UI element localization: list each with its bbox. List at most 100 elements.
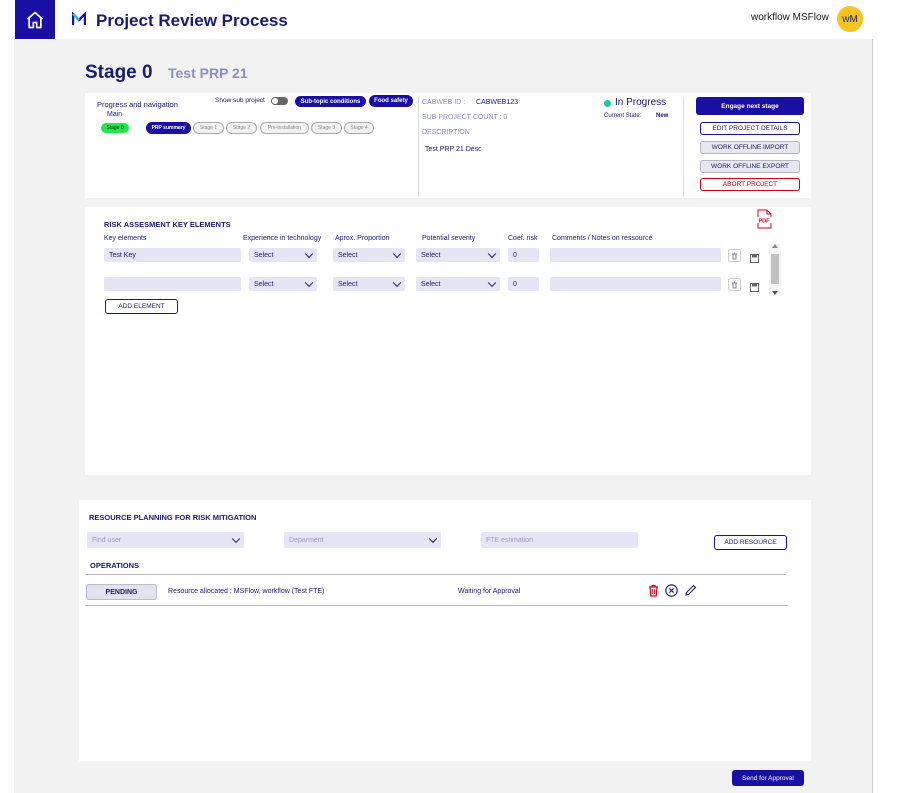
cancel-operation-button[interactable]: [665, 584, 678, 602]
col-experience: Experience in technology: [243, 235, 322, 242]
project-name: Test PRP 21: [168, 65, 248, 81]
experience-value: Select: [254, 251, 274, 259]
user-name: workflow MSFlow: [751, 12, 829, 23]
step-stage-3[interactable]: Stage 3: [311, 122, 342, 134]
save-row-button[interactable]: [750, 250, 759, 268]
chevron-down-icon: [487, 249, 497, 259]
chevron-down-icon: [231, 534, 241, 544]
operation-description: Resource allocated : MSFlow, workflow (T…: [168, 588, 325, 595]
engage-next-stage-button[interactable]: Engage next stage: [696, 97, 804, 115]
add-element-button[interactable]: ADD ELEMENT: [105, 299, 178, 314]
home-icon: [26, 11, 44, 28]
chip-food-safety[interactable]: Food safety: [369, 95, 413, 107]
operation-state: Waiting for Approval: [458, 588, 521, 595]
scroll-up-icon[interactable]: [772, 244, 778, 248]
chevron-down-icon: [392, 249, 402, 259]
coef-risk-input[interactable]: 0: [508, 277, 539, 291]
col-severity: Potential severity: [422, 235, 476, 242]
edit-operation-button[interactable]: [684, 584, 697, 602]
close-circle-icon: [665, 584, 678, 597]
stage-title: Stage 0: [85, 62, 153, 83]
col-comments: Comments / Notes on ressource: [552, 235, 653, 242]
col-proportion: Aprox. Proportion: [335, 235, 390, 242]
experience-select[interactable]: Select: [249, 248, 317, 262]
work-offline-import-button[interactable]: WORK OFFLINE IMPORT: [700, 141, 800, 154]
comments-input[interactable]: [550, 248, 721, 262]
fte-estimation-input[interactable]: FTE estimation: [481, 532, 638, 548]
proportion-value: Select: [338, 280, 358, 288]
chevron-down-icon: [304, 249, 314, 259]
step-pre-installation[interactable]: Pre-installation: [260, 122, 309, 134]
severity-select[interactable]: Select: [416, 248, 500, 262]
save-row-button[interactable]: [750, 279, 759, 297]
scroll-down-icon[interactable]: [772, 291, 778, 295]
pending-status-badge: PENDING: [86, 584, 157, 600]
severity-value: Select: [421, 251, 441, 259]
proportion-value: Select: [338, 251, 358, 259]
delete-operation-button[interactable]: [648, 584, 659, 602]
coef-risk-input[interactable]: 0: [508, 248, 539, 262]
edit-project-details-button[interactable]: EDIT PROJECT DETAILS: [700, 122, 800, 135]
chevron-down-icon: [392, 278, 402, 288]
description-value: Test PRP 21 Desc: [425, 146, 482, 153]
current-state-value: New: [656, 113, 669, 119]
department-select[interactable]: Deparment: [284, 532, 441, 548]
current-stage-pill[interactable]: Stage 0: [101, 123, 129, 133]
key-element-input[interactable]: Test Key: [104, 248, 241, 262]
work-offline-export-button[interactable]: WORK OFFLINE EXPORT: [700, 160, 800, 173]
scrollbar-thumb[interactable]: [771, 254, 779, 284]
step-stage-2[interactable]: Stage 2: [226, 122, 257, 134]
app-logo: [71, 11, 87, 26]
fte-placeholder: FTE estimation: [486, 536, 534, 544]
find-user-select[interactable]: Find user: [87, 532, 244, 548]
description-label: DESCRIPTION: [422, 129, 470, 136]
chevron-down-icon: [304, 278, 314, 288]
operations-divider: [85, 574, 786, 575]
trash-icon: [732, 281, 737, 288]
svg-text:PDF: PDF: [759, 219, 771, 225]
risk-section-title: RISK ASSESMENT KEY ELEMENTS: [104, 220, 231, 229]
send-for-approval-button[interactable]: Send for Approval: [732, 770, 804, 786]
pencil-icon: [685, 584, 697, 596]
severity-select[interactable]: Select: [416, 277, 500, 291]
home-button[interactable]: [15, 0, 55, 39]
status-text: In Progress: [615, 97, 667, 108]
proportion-select[interactable]: Select: [333, 277, 405, 291]
chevron-down-icon: [428, 534, 438, 544]
pdf-icon[interactable]: PDF: [755, 209, 774, 229]
app-title: Project Review Process: [96, 11, 288, 30]
trash-icon: [732, 252, 737, 259]
resource-section-title: RESOURCE PLANNING FOR RISK MITIGATION: [89, 513, 257, 522]
chevron-down-icon: [487, 278, 497, 288]
current-state-label: Current State:: [604, 113, 642, 119]
show-sub-project-label: Show sub project: [215, 97, 265, 104]
severity-value: Select: [421, 280, 441, 288]
abort-project-button[interactable]: ABORT PROJECT: [700, 178, 800, 191]
step-prp-summary[interactable]: PRP summary: [146, 122, 191, 134]
key-element-input[interactable]: [104, 277, 241, 291]
cabweb-value: CABWEB123: [476, 99, 519, 106]
status-dot-icon: [604, 100, 611, 107]
proportion-select[interactable]: Select: [333, 248, 405, 262]
main-label: Main: [107, 111, 123, 118]
comments-input[interactable]: [550, 277, 721, 291]
delete-row-button[interactable]: [728, 249, 741, 262]
step-stage-4[interactable]: Stage 4: [344, 122, 374, 134]
trash-icon: [649, 584, 658, 597]
panel-divider: [418, 97, 419, 197]
delete-row-button[interactable]: [728, 278, 741, 291]
col-coef-risk: Coef. risk: [508, 235, 538, 242]
department-placeholder: Deparment: [289, 536, 324, 544]
add-resource-button[interactable]: ADD RESOURCE: [714, 535, 787, 550]
show-sub-project-toggle[interactable]: [271, 97, 288, 105]
chip-sub-topic-conditions[interactable]: Sub-topic conditions: [295, 96, 366, 107]
user-avatar[interactable]: wM: [837, 6, 863, 32]
experience-select[interactable]: Select: [249, 277, 317, 291]
risk-table-scrollbar[interactable]: [769, 244, 781, 296]
cabweb-label: CABWEB ID :: [422, 99, 466, 106]
operations-divider: [85, 605, 788, 606]
right-gutter: [873, 39, 904, 793]
operations-title: OPERATIONS: [90, 561, 140, 570]
step-stage-1[interactable]: Stage 1: [193, 122, 224, 134]
find-user-placeholder: Find user: [92, 536, 122, 544]
